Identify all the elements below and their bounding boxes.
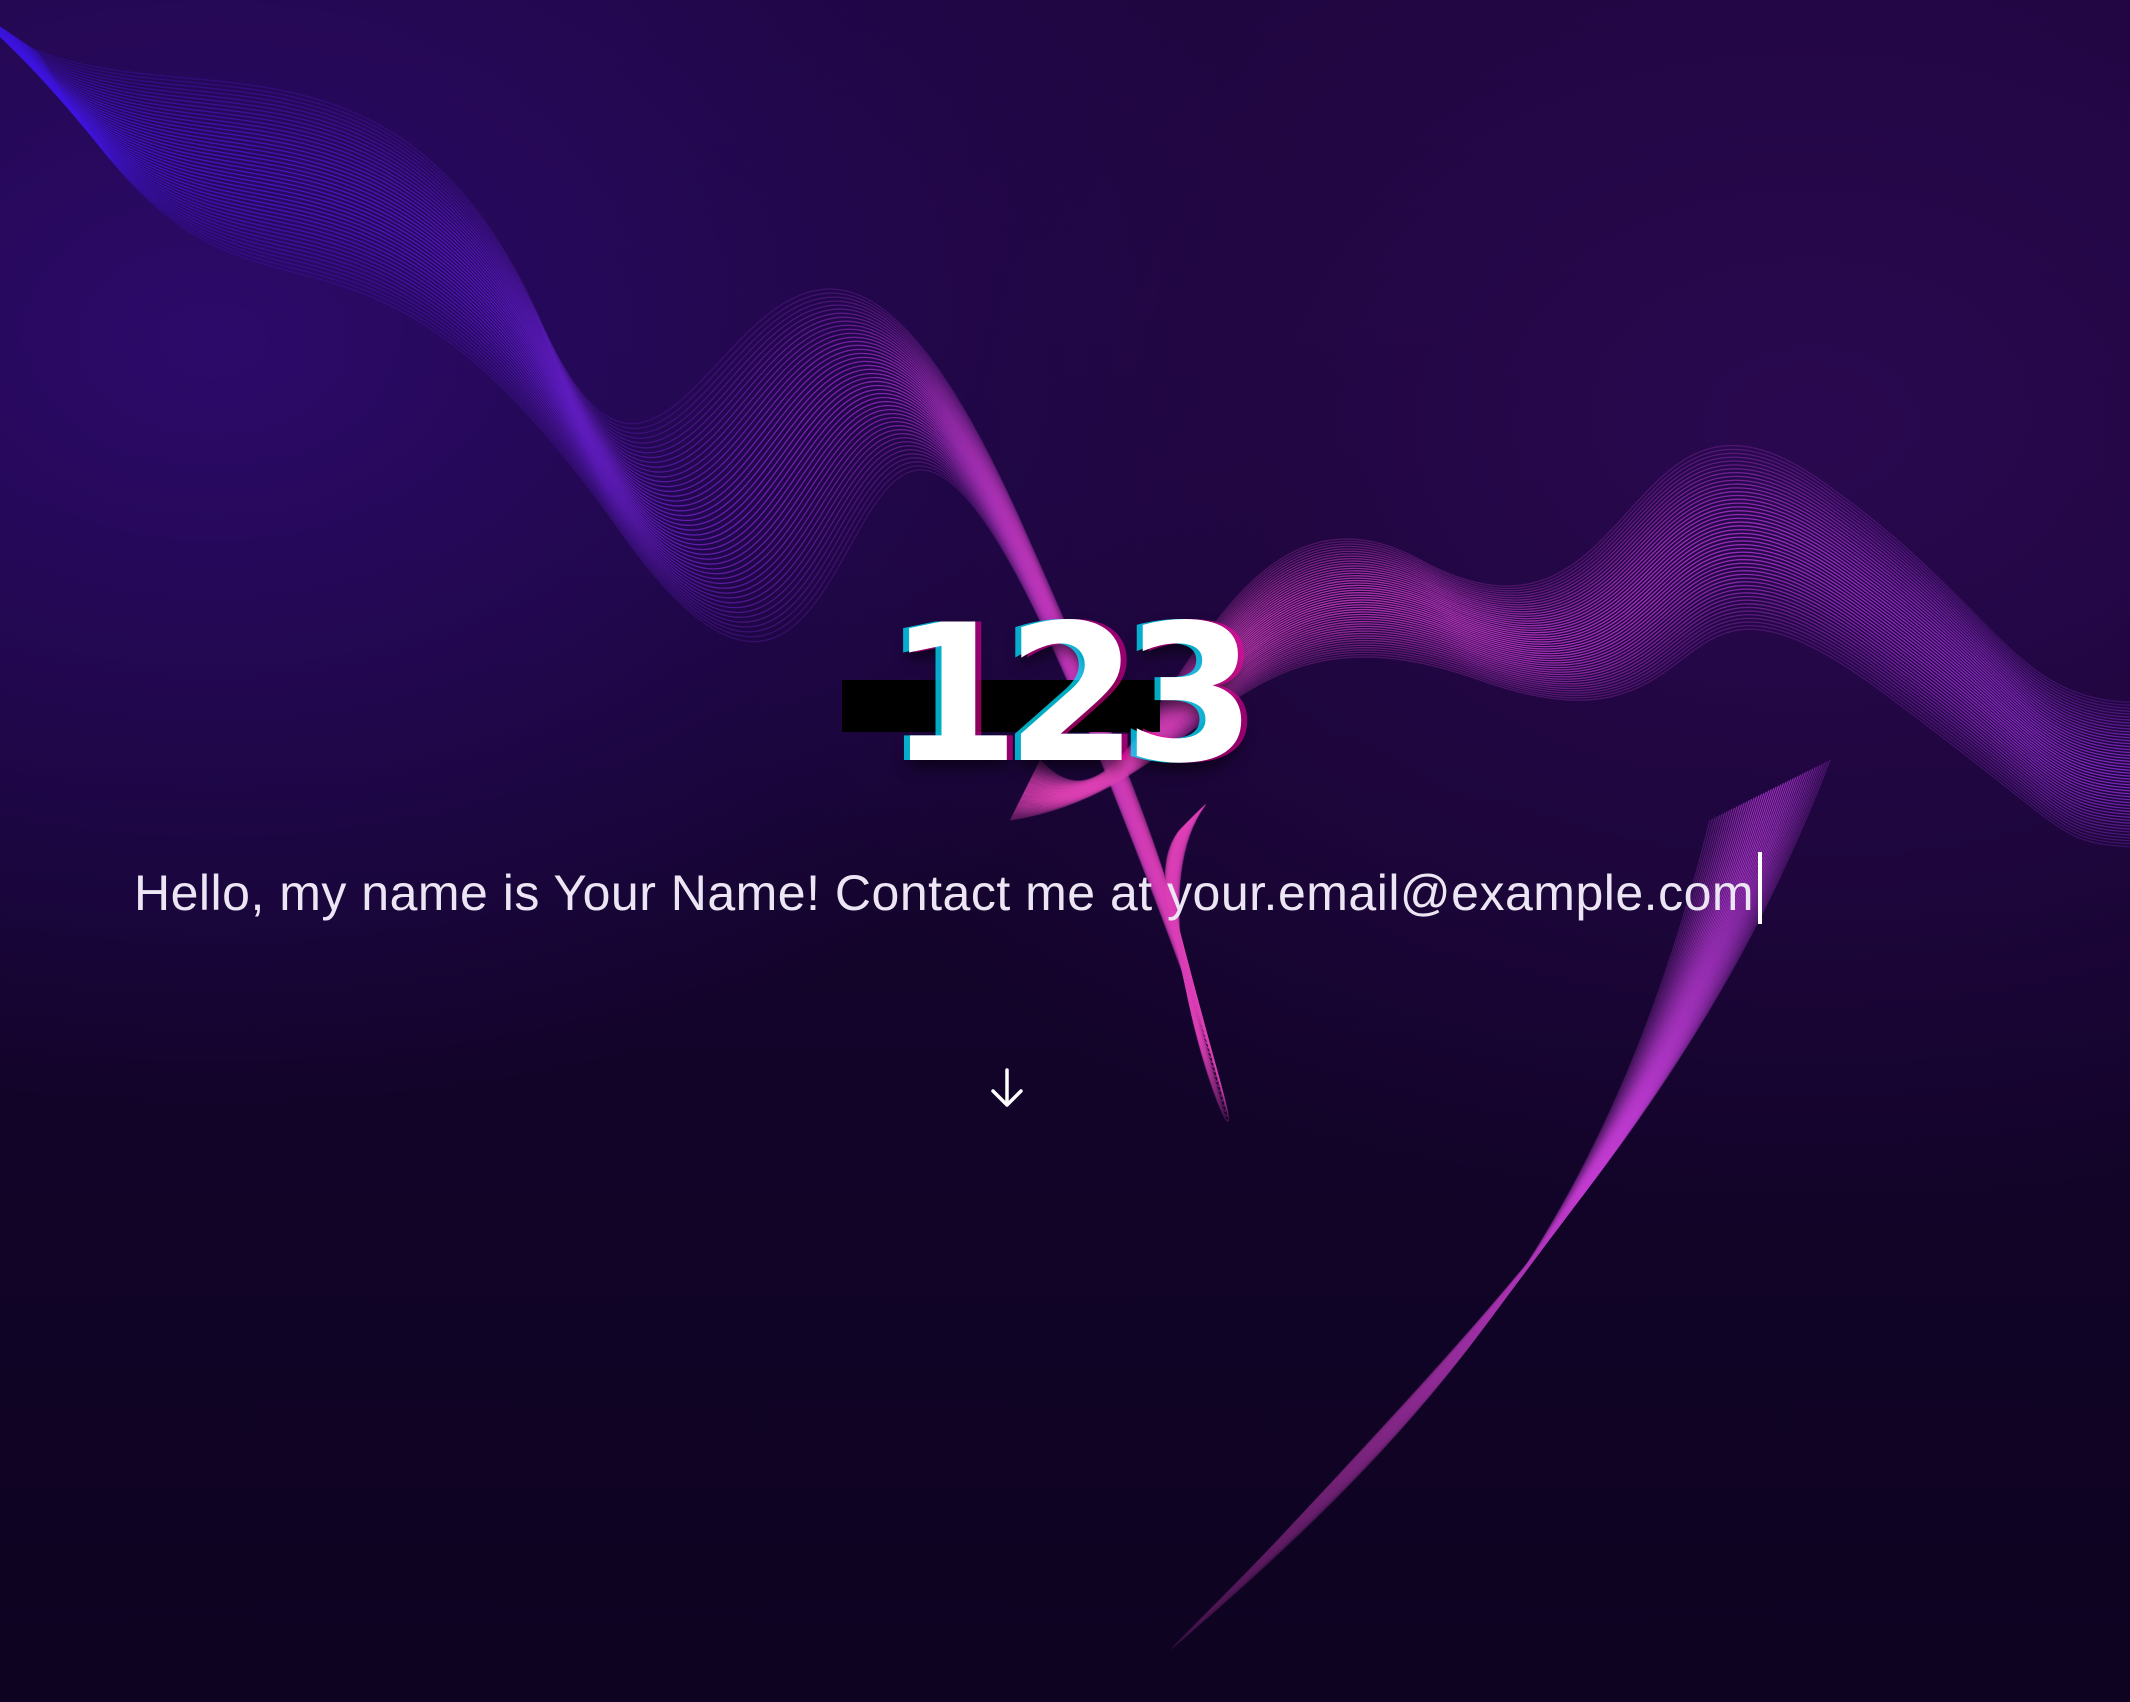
text-caret [1758,852,1763,924]
arrow-down-icon[interactable] [985,1066,1029,1110]
hero-title: 123 [887,584,1257,805]
wave-background [0,0,2130,1702]
hero-tagline: Hello, my name is Your Name! Contact me … [134,852,1763,924]
tagline-text: Hello, my name is Your Name! Contact me … [134,865,1755,921]
hero-section: 123 Hello, my name is Your Name! Contact… [0,0,2130,1702]
